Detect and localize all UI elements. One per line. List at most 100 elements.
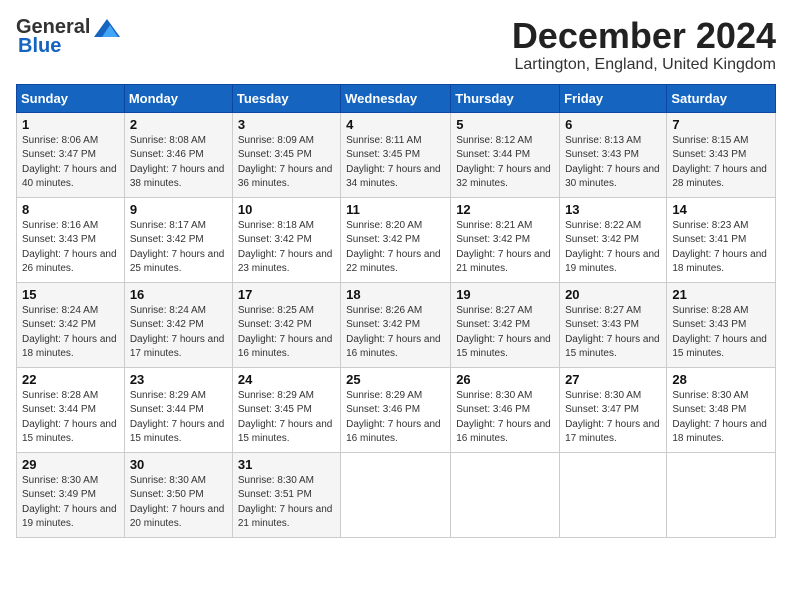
day-info: Sunrise: 8:24 AMSunset: 3:42 PMDaylight:… [130, 304, 227, 362]
day-info: Sunrise: 8:30 AMSunset: 3:50 PMDaylight:… [130, 474, 227, 532]
calendar-table: SundayMondayTuesdayWednesdayThursdayFrid… [16, 84, 776, 538]
month-title: December 2024 [512, 16, 776, 56]
calendar-cell [667, 452, 776, 537]
logo: General Blue [16, 16, 122, 58]
calendar-cell: 21Sunrise: 8:28 AMSunset: 3:43 PMDayligh… [667, 282, 776, 367]
day-info: Sunrise: 8:27 AMSunset: 3:42 PMDaylight:… [456, 304, 554, 362]
day-number: 7 [672, 117, 770, 132]
day-info: Sunrise: 8:23 AMSunset: 3:41 PMDaylight:… [672, 219, 770, 277]
day-number: 3 [238, 117, 335, 132]
calendar-cell: 24 Sunrise: 8:29 AMSunset: 3:45 PMDayligh… [232, 367, 340, 452]
weekday-header: Monday [124, 84, 232, 112]
day-number: 11 [346, 202, 445, 217]
calendar-cell: 4 Sunrise: 8:11 AMSunset: 3:45 PMDaylight… [341, 112, 451, 197]
day-info: Sunrise: 8:29 AMSunset: 3:45 PMDaylight:… [238, 389, 335, 447]
day-info: Sunrise: 8:26 AMSunset: 3:42 PMDaylight:… [346, 304, 445, 362]
day-number: 13 [565, 202, 661, 217]
day-info: Sunrise: 8:30 AMSunset: 3:48 PMDaylight:… [672, 389, 770, 447]
calendar-week-row: 29 Sunrise: 8:30 AMSunset: 3:49 PMDayligh… [17, 452, 776, 537]
calendar-cell: 27Sunrise: 8:30 AMSunset: 3:47 PMDayligh… [560, 367, 667, 452]
weekday-header: Sunday [17, 84, 125, 112]
calendar-cell: 28 Sunrise: 8:30 AMSunset: 3:48 PMDayligh… [667, 367, 776, 452]
weekday-header: Wednesday [341, 84, 451, 112]
calendar-cell: 11Sunrise: 8:20 AMSunset: 3:42 PMDayligh… [341, 197, 451, 282]
day-number: 5 [456, 117, 554, 132]
day-info: Sunrise: 8:13 AMSunset: 3:43 PMDaylight:… [565, 134, 661, 192]
day-info: Sunrise: 8:08 AMSunset: 3:46 PMDaylight:… [130, 134, 227, 192]
day-info: Sunrise: 8:30 AMSunset: 3:51 PMDaylight:… [238, 474, 335, 532]
day-info: Sunrise: 8:09 AMSunset: 3:45 PMDaylight:… [238, 134, 335, 192]
day-number: 24 [238, 372, 335, 387]
day-number: 30 [130, 457, 227, 472]
day-number: 12 [456, 202, 554, 217]
day-number: 4 [346, 117, 445, 132]
day-number: 1 [22, 117, 119, 132]
calendar-cell: 31 Sunrise: 8:30 AMSunset: 3:51 PMDayligh… [232, 452, 340, 537]
day-number: 16 [130, 287, 227, 302]
day-number: 15 [22, 287, 119, 302]
calendar-cell: 6 Sunrise: 8:13 AMSunset: 3:43 PMDaylight… [560, 112, 667, 197]
day-info: Sunrise: 8:06 AMSunset: 3:47 PMDaylight:… [22, 134, 119, 192]
calendar-cell: 1 Sunrise: 8:06 AMSunset: 3:47 PMDaylight… [17, 112, 125, 197]
day-info: Sunrise: 8:24 AMSunset: 3:42 PMDaylight:… [22, 304, 119, 362]
title-area: December 2024 Lartington, England, Unite… [512, 16, 776, 74]
logo-icon [92, 17, 122, 39]
day-info: Sunrise: 8:30 AMSunset: 3:49 PMDaylight:… [22, 474, 119, 532]
calendar-cell: 13Sunrise: 8:22 AMSunset: 3:42 PMDayligh… [560, 197, 667, 282]
day-info: Sunrise: 8:30 AMSunset: 3:46 PMDaylight:… [456, 389, 554, 447]
day-number: 21 [672, 287, 770, 302]
calendar-cell: 30 Sunrise: 8:30 AMSunset: 3:50 PMDayligh… [124, 452, 232, 537]
day-number: 6 [565, 117, 661, 132]
calendar-cell: 15 Sunrise: 8:24 AMSunset: 3:42 PMDayligh… [17, 282, 125, 367]
day-info: Sunrise: 8:12 AMSunset: 3:44 PMDaylight:… [456, 134, 554, 192]
day-info: Sunrise: 8:18 AMSunset: 3:42 PMDaylight:… [238, 219, 335, 277]
calendar-cell: 9 Sunrise: 8:17 AMSunset: 3:42 PMDaylight… [124, 197, 232, 282]
calendar-week-row: 15 Sunrise: 8:24 AMSunset: 3:42 PMDayligh… [17, 282, 776, 367]
day-number: 18 [346, 287, 445, 302]
calendar-cell: 22 Sunrise: 8:28 AMSunset: 3:44 PMDayligh… [17, 367, 125, 452]
calendar-cell: 16 Sunrise: 8:24 AMSunset: 3:42 PMDayligh… [124, 282, 232, 367]
day-info: Sunrise: 8:29 AMSunset: 3:46 PMDaylight:… [346, 389, 445, 447]
day-number: 28 [672, 372, 770, 387]
day-number: 31 [238, 457, 335, 472]
calendar-cell: 2 Sunrise: 8:08 AMSunset: 3:46 PMDaylight… [124, 112, 232, 197]
day-number: 8 [22, 202, 119, 217]
day-info: Sunrise: 8:15 AMSunset: 3:43 PMDaylight:… [672, 134, 770, 192]
calendar-week-row: 22 Sunrise: 8:28 AMSunset: 3:44 PMDayligh… [17, 367, 776, 452]
weekday-header: Saturday [667, 84, 776, 112]
day-number: 22 [22, 372, 119, 387]
day-number: 29 [22, 457, 119, 472]
calendar-cell: 20Sunrise: 8:27 AMSunset: 3:43 PMDayligh… [560, 282, 667, 367]
calendar-week-row: 8Sunrise: 8:16 AMSunset: 3:43 PMDaylight… [17, 197, 776, 282]
day-number: 17 [238, 287, 335, 302]
day-info: Sunrise: 8:27 AMSunset: 3:43 PMDaylight:… [565, 304, 661, 362]
day-info: Sunrise: 8:21 AMSunset: 3:42 PMDaylight:… [456, 219, 554, 277]
weekday-header: Tuesday [232, 84, 340, 112]
day-number: 14 [672, 202, 770, 217]
day-number: 27 [565, 372, 661, 387]
day-info: Sunrise: 8:17 AMSunset: 3:42 PMDaylight:… [130, 219, 227, 277]
day-info: Sunrise: 8:25 AMSunset: 3:42 PMDaylight:… [238, 304, 335, 362]
day-number: 2 [130, 117, 227, 132]
logo-blue-text: Blue [18, 35, 61, 58]
day-info: Sunrise: 8:29 AMSunset: 3:44 PMDaylight:… [130, 389, 227, 447]
weekday-header: Friday [560, 84, 667, 112]
calendar-cell [341, 452, 451, 537]
calendar-cell: 14 Sunrise: 8:23 AMSunset: 3:41 PMDayligh… [667, 197, 776, 282]
weekday-header-row: SundayMondayTuesdayWednesdayThursdayFrid… [17, 84, 776, 112]
day-number: 26 [456, 372, 554, 387]
location: Lartington, England, United Kingdom [512, 56, 776, 74]
calendar-cell: 19Sunrise: 8:27 AMSunset: 3:42 PMDayligh… [451, 282, 560, 367]
calendar-cell: 12 Sunrise: 8:21 AMSunset: 3:42 PMDayligh… [451, 197, 560, 282]
calendar-cell [560, 452, 667, 537]
day-info: Sunrise: 8:28 AMSunset: 3:44 PMDaylight:… [22, 389, 119, 447]
day-info: Sunrise: 8:11 AMSunset: 3:45 PMDaylight:… [346, 134, 445, 192]
day-number: 10 [238, 202, 335, 217]
day-number: 9 [130, 202, 227, 217]
calendar-cell: 25Sunrise: 8:29 AMSunset: 3:46 PMDayligh… [341, 367, 451, 452]
day-number: 23 [130, 372, 227, 387]
calendar-cell: 3 Sunrise: 8:09 AMSunset: 3:45 PMDaylight… [232, 112, 340, 197]
calendar-cell: 7 Sunrise: 8:15 AMSunset: 3:43 PMDaylight… [667, 112, 776, 197]
header: General Blue December 2024 Lartington, E… [16, 16, 776, 74]
calendar-cell: 5 Sunrise: 8:12 AMSunset: 3:44 PMDaylight… [451, 112, 560, 197]
